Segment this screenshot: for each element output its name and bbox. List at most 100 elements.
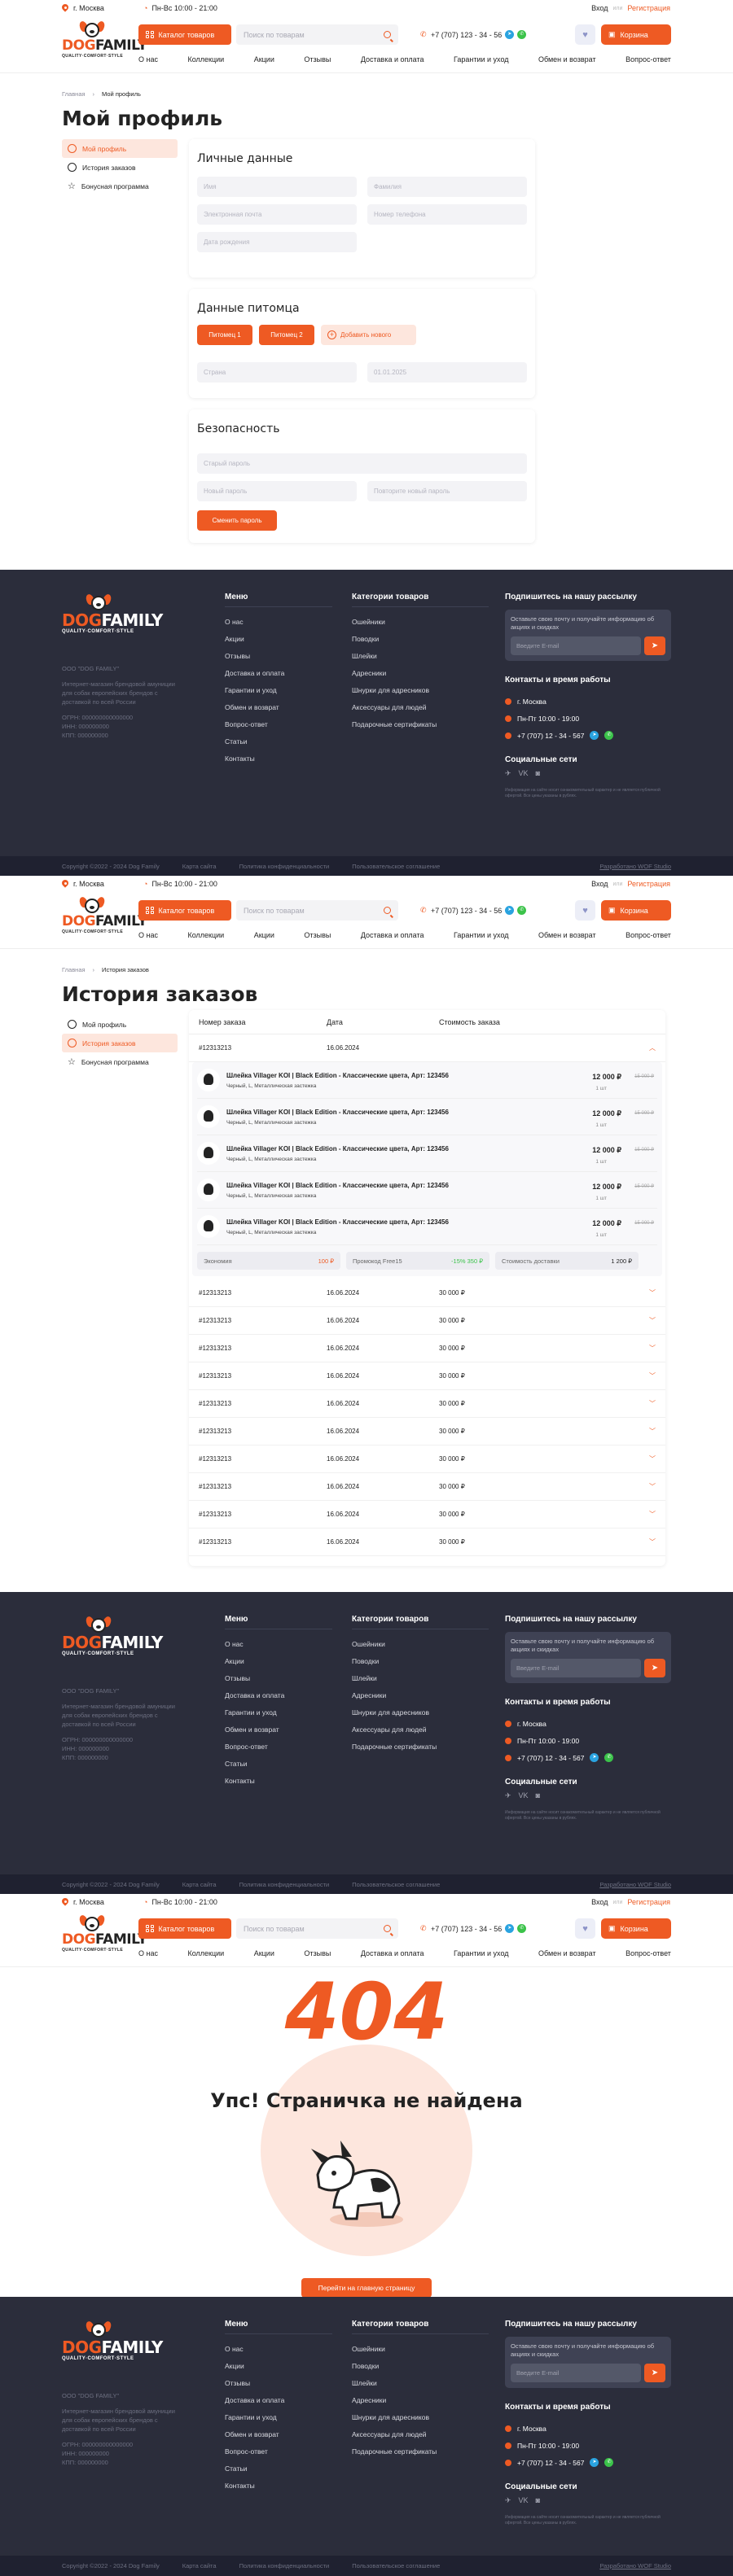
sitemap-link[interactable]: Карта сайта — [182, 2562, 217, 2569]
footer-category-item[interactable]: Адресники — [352, 2392, 489, 2409]
footer-menu-item[interactable]: Доставка и оплата — [225, 665, 332, 682]
login-link[interactable]: Вход — [591, 1898, 608, 1906]
footer-category-item[interactable]: Аксессуары для людей — [352, 699, 489, 716]
whatsapp-icon[interactable]: ✆ — [604, 2458, 614, 2467]
order-row[interactable]: #12313213 16.06.2024 30 000 ₽ ﹀ — [189, 1279, 665, 1307]
sidebar-item-orders[interactable]: История заказов — [62, 1034, 178, 1052]
go-home-button[interactable]: Перейти на главную страницу — [301, 2278, 432, 2298]
search-input[interactable]: Поиск по товарам — [236, 900, 398, 921]
footer-menu-item[interactable]: Вопрос-ответ — [225, 1738, 332, 1756]
nav-item[interactable]: Доставка и оплата — [361, 55, 424, 63]
footer-menu-item[interactable]: Акции — [225, 2358, 332, 2375]
order-product[interactable]: Шлейка Villager KOI | Black Edition - Кл… — [197, 1209, 657, 1245]
email-input[interactable]: Введите E-mail — [511, 636, 641, 655]
social-icon[interactable]: ✈ — [505, 769, 511, 778]
social-icon[interactable]: ◙ — [536, 1791, 540, 1800]
whatsapp-icon[interactable]: ✆ — [517, 1924, 527, 1933]
order-row[interactable]: #12313213 16.06.2024 30 000 ₽ ﹀ — [189, 1445, 665, 1473]
nav-item[interactable]: Гарантии и уход — [454, 1949, 509, 1957]
chevron-down-icon[interactable]: ﹀ — [649, 1288, 656, 1297]
footer-category-item[interactable]: Ошейники — [352, 2341, 489, 2358]
sitemap-link[interactable]: Карта сайта — [182, 863, 217, 870]
email-input[interactable]: Введите E-mail — [511, 2364, 641, 2382]
footer-menu-item[interactable]: Обмен и возврат — [225, 2426, 332, 2443]
first-name-input[interactable]: Имя — [197, 177, 357, 197]
change-password-button[interactable]: Сменить пароль — [197, 510, 277, 531]
footer-category-item[interactable]: Поводки — [352, 631, 489, 648]
nav-item[interactable]: Доставка и оплата — [361, 931, 424, 939]
footer-menu-item[interactable]: Контакты — [225, 2478, 332, 2495]
nav-item[interactable]: Коллекции — [187, 931, 224, 939]
pet-birthdate-field[interactable]: 01.01.2025 — [367, 362, 527, 383]
city-selector[interactable]: г. Москва — [62, 880, 104, 888]
footer-menu-item[interactable]: Статьи — [225, 733, 332, 750]
whatsapp-icon[interactable]: ✆ — [604, 1753, 614, 1762]
order-row[interactable]: #12313213 16.06.2024 30 000 ₽ ﹀ — [189, 1362, 665, 1390]
send-icon[interactable]: ➤ — [644, 636, 665, 655]
new-password-input[interactable]: Новый пароль — [197, 481, 357, 501]
nav-item[interactable]: Обмен и возврат — [538, 1949, 596, 1957]
footer-logo[interactable]: DOGFAMILY QUALITY·COMFORT·STYLE — [62, 593, 163, 634]
order-product[interactable]: Шлейка Villager KOI | Black Edition - Кл… — [197, 1062, 657, 1099]
footer-category-item[interactable]: Поводки — [352, 1653, 489, 1670]
add-pet-button[interactable]: + Добавить нового — [321, 325, 416, 345]
last-name-input[interactable]: Фамилия — [367, 177, 527, 197]
sidebar-item-bonus[interactable]: ☆ Бонусная программа — [62, 177, 178, 195]
chevron-down-icon[interactable]: ﹀ — [649, 1371, 656, 1380]
terms-link[interactable]: Пользовательское соглашение — [352, 863, 440, 870]
search-input[interactable]: Поиск по товарам — [236, 1918, 398, 1939]
telegram-icon[interactable]: ➤ — [505, 30, 515, 39]
order-product[interactable]: Шлейка Villager KOI | Black Edition - Кл… — [197, 1099, 657, 1135]
telegram-icon[interactable]: ➤ — [590, 2458, 599, 2467]
footer-category-item[interactable]: Ошейники — [352, 1636, 489, 1653]
footer-category-item[interactable]: Шнурки для адресников — [352, 1704, 489, 1721]
phone-field[interactable]: Номер телефона — [367, 204, 527, 225]
footer-menu-item[interactable]: Акции — [225, 631, 332, 648]
cart-button[interactable]: ▣ Корзина — [601, 1918, 671, 1939]
social-icon[interactable]: ✈ — [505, 2496, 511, 2505]
nav-item[interactable]: Вопрос-ответ — [625, 931, 671, 939]
social-icon[interactable]: ◙ — [536, 769, 540, 778]
order-product[interactable]: Шлейка Villager KOI | Black Edition - Кл… — [197, 1172, 657, 1209]
chevron-up-icon[interactable]: ︿ — [649, 1043, 656, 1052]
telegram-icon[interactable]: ➤ — [590, 1753, 599, 1762]
city-selector[interactable]: г. Москва — [62, 1898, 104, 1906]
logo[interactable]: DOGFAMILY QUALITY·COMFORT·STYLE — [62, 895, 147, 934]
old-password-input[interactable]: Старый пароль — [197, 453, 527, 474]
nav-item[interactable]: О нас — [138, 55, 158, 63]
birthdate-field[interactable]: Дата рождения — [197, 232, 357, 252]
footer-menu-item[interactable]: Акции — [225, 1653, 332, 1670]
order-row-expanded[interactable]: #12313213 16.06.2024 ︿ — [189, 1034, 665, 1062]
nav-item[interactable]: О нас — [138, 1949, 158, 1957]
favorites-button[interactable]: ♥ — [575, 24, 595, 45]
search-icon[interactable] — [384, 31, 391, 38]
nav-item[interactable]: Обмен и возврат — [538, 931, 596, 939]
whatsapp-icon[interactable]: ✆ — [517, 906, 527, 915]
chevron-down-icon[interactable]: ﹀ — [649, 1537, 656, 1546]
breadcrumb-home[interactable]: Главная — [62, 90, 86, 98]
footer-category-item[interactable]: Шлейки — [352, 648, 489, 665]
nav-item[interactable]: Отзывы — [304, 55, 331, 63]
repeat-password-input[interactable]: Повторите новый пароль — [367, 481, 527, 501]
chevron-down-icon[interactable]: ﹀ — [649, 1399, 656, 1408]
nav-item[interactable]: Акции — [254, 55, 274, 63]
order-row[interactable]: #12313213 16.06.2024 30 000 ₽ ﹀ — [189, 1473, 665, 1501]
catalog-button[interactable]: Каталог товаров — [138, 1918, 231, 1939]
nav-item[interactable]: Коллекции — [187, 1949, 224, 1957]
footer-phone[interactable]: +7 (707) 12 - 34 - 567 ➤ ✆ — [505, 2454, 671, 2471]
nav-item[interactable]: Акции — [254, 1949, 274, 1957]
sitemap-link[interactable]: Карта сайта — [182, 1881, 217, 1888]
nav-item[interactable]: Вопрос-ответ — [625, 55, 671, 63]
country-field[interactable]: Страна — [197, 362, 357, 383]
privacy-link[interactable]: Политика конфиденциальности — [239, 2562, 330, 2569]
register-link[interactable]: Регистрация — [627, 880, 670, 888]
nav-item[interactable]: Обмен и возврат — [538, 55, 596, 63]
search-input[interactable]: Поиск по товарам — [236, 24, 398, 45]
whatsapp-icon[interactable]: ✆ — [604, 731, 614, 740]
footer-menu-item[interactable]: Вопрос-ответ — [225, 2443, 332, 2460]
order-row[interactable]: #12313213 16.06.2024 30 000 ₽ ﹀ — [189, 1390, 665, 1418]
nav-item[interactable]: Гарантии и уход — [454, 55, 509, 63]
sidebar-item-bonus[interactable]: ☆ Бонусная программа — [62, 1052, 178, 1071]
nav-item[interactable]: Коллекции — [187, 55, 224, 63]
footer-menu-item[interactable]: Контакты — [225, 750, 332, 768]
